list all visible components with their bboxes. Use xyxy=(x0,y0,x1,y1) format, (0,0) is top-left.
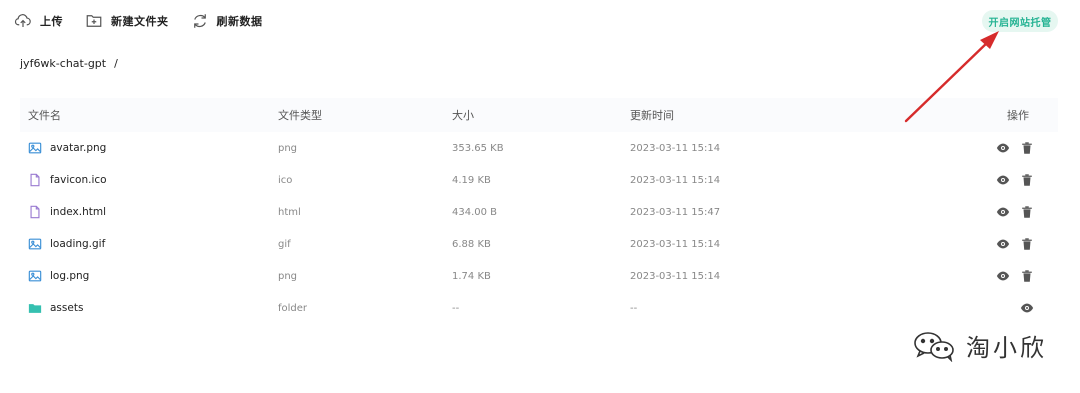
cell-ops xyxy=(996,205,1044,219)
cell-size: 6.88 KB xyxy=(452,238,491,250)
cell-ops xyxy=(996,237,1044,251)
file-name[interactable]: index.html xyxy=(50,206,106,218)
image-icon xyxy=(28,237,42,251)
cell-time: 2023-03-11 15:14 xyxy=(630,174,721,186)
cell-time: -- xyxy=(630,302,638,314)
file-name[interactable]: log.png xyxy=(50,270,89,282)
cloud-upload-icon xyxy=(14,14,31,27)
cell-type: gif xyxy=(278,238,291,250)
header-name: 文件名 xyxy=(28,109,61,122)
cell-name[interactable]: log.png xyxy=(28,269,89,283)
eye-icon[interactable] xyxy=(996,237,1010,251)
cell-time: 2023-03-11 15:14 xyxy=(630,270,721,282)
refresh-icon xyxy=(193,14,206,28)
file-name[interactable]: assets xyxy=(50,302,83,314)
toolbar: 上传 新建文件夹 刷新数据 xyxy=(14,10,285,32)
cell-time: 2023-03-11 15:14 xyxy=(630,142,721,154)
cell-ops xyxy=(996,173,1044,187)
cell-ops xyxy=(996,141,1044,155)
table-row[interactable]: log.png png 1.74 KB 2023-03-11 15:14 xyxy=(20,260,1058,292)
trash-icon[interactable] xyxy=(1020,141,1034,155)
table-header: 文件名 文件类型 大小 更新时间 操作 xyxy=(20,98,1058,132)
eye-icon[interactable] xyxy=(996,173,1010,187)
watermark-text: 淘小欣 xyxy=(966,334,1047,362)
cell-time: 2023-03-11 15:14 xyxy=(630,238,721,250)
cell-time: 2023-03-11 15:47 xyxy=(630,206,721,218)
file-icon xyxy=(28,173,42,187)
table-row[interactable]: favicon.ico ico 4.19 KB 2023-03-11 15:14 xyxy=(20,164,1058,196)
cell-type: png xyxy=(278,142,298,154)
image-icon xyxy=(28,141,42,155)
cell-type: html xyxy=(278,206,301,218)
cell-type: ico xyxy=(278,174,293,186)
new-folder-button[interactable]: 新建文件夹 xyxy=(85,12,169,30)
header-type: 文件类型 xyxy=(278,109,322,122)
cell-type: folder xyxy=(278,302,308,314)
breadcrumb: jyf6wk-chat-gpt / xyxy=(20,57,118,70)
folder-icon xyxy=(28,301,42,315)
table-body: avatar.png png 353.65 KB 2023-03-11 15:14 fa… xyxy=(20,132,1058,324)
eye-icon[interactable] xyxy=(996,269,1010,283)
header-time: 更新时间 xyxy=(630,109,674,122)
eye-icon[interactable] xyxy=(1020,301,1034,315)
arrow-head xyxy=(980,31,999,49)
table-row[interactable]: avatar.png png 353.65 KB 2023-03-11 15:14 xyxy=(20,132,1058,164)
image-icon xyxy=(28,269,42,283)
cell-size: 353.65 KB xyxy=(452,142,504,154)
cell-name[interactable]: loading.gif xyxy=(28,237,105,251)
cell-name[interactable]: assets xyxy=(28,301,83,315)
refresh-button[interactable]: 刷新数据 xyxy=(191,12,263,30)
file-table: 文件名 文件类型 大小 更新时间 操作 avatar.png png 353.65 … xyxy=(20,98,1058,324)
folder-add-icon xyxy=(86,15,102,27)
table-row[interactable]: assets folder -- -- xyxy=(20,292,1058,324)
cell-size: 1.74 KB xyxy=(452,270,491,282)
table-row[interactable]: loading.gif gif 6.88 KB 2023-03-11 15:14 xyxy=(20,228,1058,260)
file-name[interactable]: avatar.png xyxy=(50,142,106,154)
trash-icon[interactable] xyxy=(1020,173,1034,187)
trash-icon[interactable] xyxy=(1020,237,1034,251)
breadcrumb-root[interactable]: jyf6wk-chat-gpt xyxy=(20,57,106,70)
wechat-icon xyxy=(914,331,954,362)
refresh-label: 刷新数据 xyxy=(216,15,263,28)
new-folder-label: 新建文件夹 xyxy=(111,15,169,28)
enable-hosting-button[interactable]: 开启网站托管 xyxy=(982,10,1058,32)
file-icon xyxy=(28,205,42,219)
cell-name[interactable]: avatar.png xyxy=(28,141,106,155)
trash-icon[interactable] xyxy=(1020,205,1034,219)
cell-name[interactable]: index.html xyxy=(28,205,106,219)
cell-ops xyxy=(996,269,1044,283)
header-size: 大小 xyxy=(452,109,474,122)
header-ops: 操作 xyxy=(1007,109,1029,122)
breadcrumb-separator: / xyxy=(114,57,118,70)
watermark: 淘小欣 xyxy=(912,328,1047,363)
upload-label: 上传 xyxy=(40,15,63,28)
cell-size: -- xyxy=(452,302,460,314)
upload-button[interactable]: 上传 xyxy=(14,12,63,30)
eye-icon[interactable] xyxy=(996,205,1010,219)
cell-ops xyxy=(1020,301,1044,315)
cell-type: png xyxy=(278,270,298,282)
eye-icon[interactable] xyxy=(996,141,1010,155)
file-name[interactable]: loading.gif xyxy=(50,238,105,250)
cell-name[interactable]: favicon.ico xyxy=(28,173,107,187)
table-row[interactable]: index.html html 434.00 B 2023-03-11 15:47 xyxy=(20,196,1058,228)
file-name[interactable]: favicon.ico xyxy=(50,174,107,186)
cell-size: 434.00 B xyxy=(452,206,498,218)
trash-icon[interactable] xyxy=(1020,269,1034,283)
cell-size: 4.19 KB xyxy=(452,174,491,186)
